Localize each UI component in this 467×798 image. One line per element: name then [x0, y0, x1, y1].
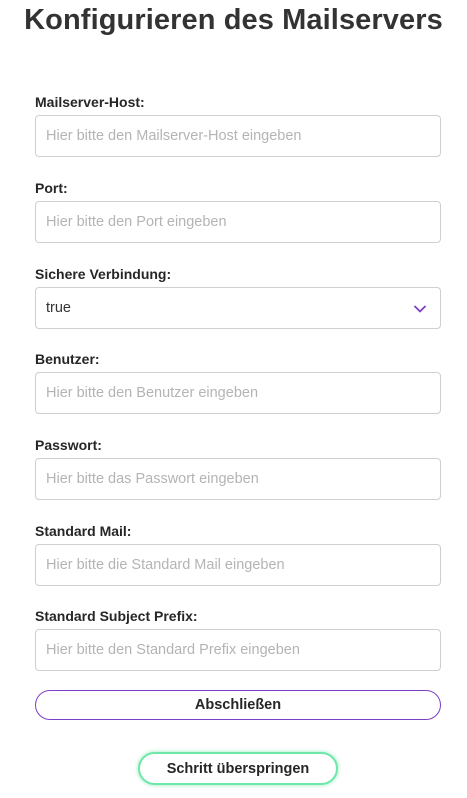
- mailserver-host-field: Mailserver-Host:: [35, 93, 441, 157]
- chevron-down-icon: [414, 305, 426, 313]
- skip-step-button[interactable]: Schritt überspringen: [138, 752, 338, 785]
- secure-connection-value: true: [46, 300, 71, 316]
- user-label: Benutzer:: [35, 351, 100, 367]
- mailserver-host-label: Mailserver-Host:: [35, 94, 145, 110]
- subject-prefix-field: Standard Subject Prefix:: [35, 607, 441, 671]
- secure-connection-label: Sichere Verbindung:: [35, 266, 172, 282]
- default-mail-field: Standard Mail:: [35, 522, 441, 586]
- finish-button[interactable]: Abschließen: [35, 690, 441, 720]
- default-mail-input[interactable]: [35, 544, 441, 586]
- secure-connection-field: Sichere Verbindung: true: [35, 265, 441, 329]
- mailserver-host-input[interactable]: [35, 115, 441, 157]
- password-label: Passwort:: [35, 437, 102, 453]
- password-input[interactable]: [35, 458, 441, 500]
- port-label: Port:: [35, 180, 68, 196]
- port-input[interactable]: [35, 201, 441, 243]
- subject-prefix-input[interactable]: [35, 629, 441, 671]
- user-field: Benutzer:: [35, 350, 441, 414]
- secure-connection-select[interactable]: true: [35, 287, 441, 329]
- subject-prefix-label: Standard Subject Prefix:: [35, 608, 198, 624]
- user-input[interactable]: [35, 372, 441, 414]
- port-field: Port:: [35, 179, 441, 243]
- default-mail-label: Standard Mail:: [35, 523, 132, 539]
- password-field: Passwort:: [35, 436, 441, 500]
- page-title: Konfigurieren des Mailservers: [24, 4, 443, 36]
